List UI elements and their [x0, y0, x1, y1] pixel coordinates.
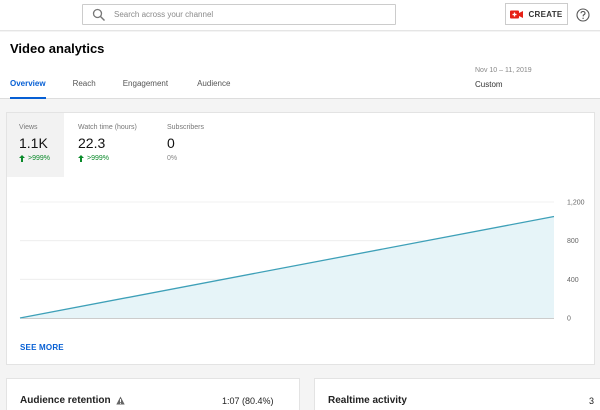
realtime-title: Realtime activity — [328, 395, 407, 406]
tab-engagement[interactable]: Engagement — [106, 77, 178, 99]
metric-label: Watch time (hours) — [78, 124, 137, 131]
realtime-value: 3 — [589, 396, 595, 406]
metric-subscribers[interactable]: Subscribers 0 0% — [155, 113, 230, 177]
arrow-up-icon — [78, 155, 84, 162]
search-input[interactable] — [114, 10, 374, 19]
metric-label: Subscribers — [167, 124, 204, 131]
metric-value: 0 — [167, 135, 175, 151]
metric-change: 0% — [167, 155, 218, 162]
top-bar: CREATE — [0, 0, 600, 31]
realtime-card[interactable]: Realtime activity 3 — [314, 378, 600, 410]
metric-change-value: 0% — [167, 155, 178, 162]
tab-bar: Overview Reach Engagement Audience — [0, 77, 240, 99]
metric-change-value: >999% — [28, 155, 50, 162]
create-label: CREATE — [528, 9, 563, 19]
metric-value: 22.3 — [78, 135, 106, 151]
search-icon — [92, 8, 106, 22]
metric-change: >999% — [78, 155, 142, 162]
metric-value: 1.1K — [19, 135, 48, 151]
overview-card: Views 1.1K >999% Watch time (hours) 22.3… — [6, 112, 595, 365]
y-tick-label: 400 — [567, 277, 579, 284]
metric-watch-time[interactable]: Watch time (hours) 22.3 >999% — [66, 113, 154, 177]
metric-change: >999% — [19, 155, 52, 162]
y-tick-label: 1,200 — [567, 200, 585, 207]
warning-icon — [116, 396, 125, 405]
metric-views[interactable]: Views 1.1K >999% — [7, 113, 64, 177]
metric-label: Views — [19, 124, 38, 131]
y-tick-label: 800 — [567, 238, 579, 245]
date-preset[interactable]: Custom — [475, 80, 503, 89]
see-more-link[interactable]: SEE MORE — [20, 343, 64, 352]
page-header: Video analytics Overview Reach Engagemen… — [0, 32, 600, 99]
audience-retention-card[interactable]: Audience retention 1:07 (80.4%) — [6, 378, 300, 410]
tab-overview[interactable]: Overview — [0, 77, 56, 99]
views-chart[interactable]: 0 400 800 1,200 — [7, 185, 594, 335]
y-tick-label: 0 — [567, 316, 571, 323]
metric-change-value: >999% — [87, 155, 109, 162]
search-box[interactable] — [82, 4, 396, 25]
create-button[interactable]: CREATE — [505, 3, 568, 25]
date-range[interactable]: Nov 10 – 11, 2019 — [475, 67, 532, 74]
arrow-up-icon — [19, 155, 25, 162]
page-title: Video analytics — [10, 41, 105, 56]
help-icon[interactable] — [576, 8, 590, 22]
audience-retention-value: 1:07 (80.4%) — [222, 396, 274, 406]
tab-audience[interactable]: Audience — [178, 77, 240, 99]
audience-retention-title: Audience retention — [20, 395, 111, 406]
tab-reach[interactable]: Reach — [56, 77, 106, 99]
video-camera-plus-icon — [510, 10, 524, 19]
